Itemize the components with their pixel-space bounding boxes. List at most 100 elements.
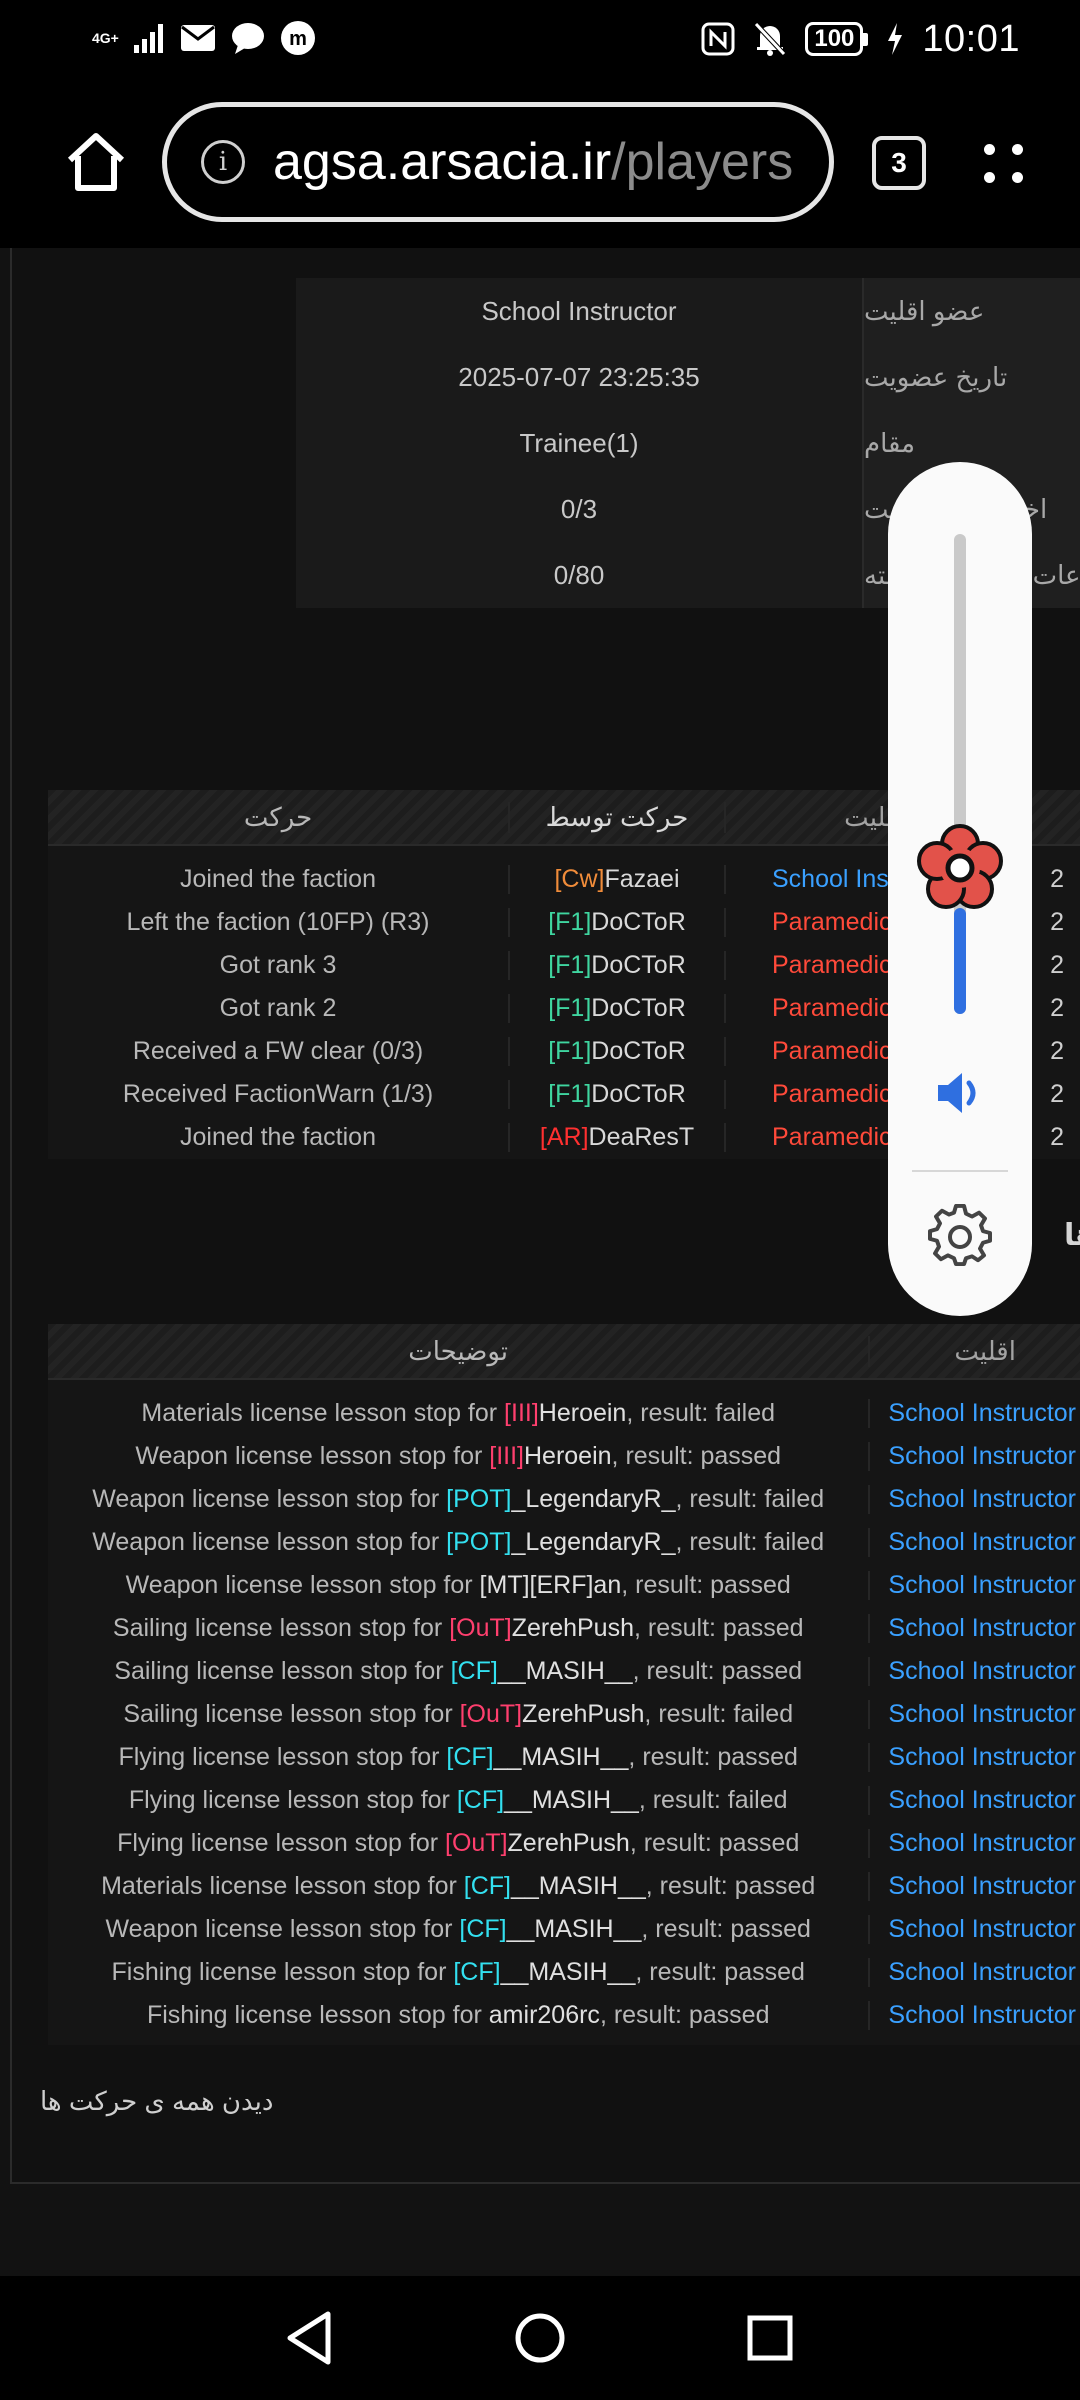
action-by: [F1]DoCToR	[508, 1080, 724, 1109]
header-description: توضیحات	[408, 1335, 509, 1366]
tab-switcher-button[interactable]: 3	[872, 136, 926, 190]
description-result: , result: passed	[628, 1743, 798, 1771]
table-row: Weapon license lesson stop for [MT][ERF]…	[48, 1564, 1080, 1607]
player-name[interactable]: __MASIH__	[501, 1958, 636, 1986]
faction-name: School Instructor	[868, 1829, 1080, 1858]
activity-description: Materials license lesson stop for [III]H…	[48, 1399, 868, 1428]
speaker-icon[interactable]	[934, 1068, 986, 1118]
clan-tag: [III]	[504, 1399, 539, 1427]
description-result: , result: failed	[644, 1700, 794, 1728]
gear-icon[interactable]	[928, 1204, 992, 1268]
recents-icon[interactable]	[740, 2308, 800, 2368]
action-text: Got rank 3	[219, 951, 337, 979]
clan-tag: [F1]	[548, 951, 592, 979]
description-prefix: Flying license lesson stop for	[117, 1829, 445, 1857]
description-prefix: Weapon license lesson stop for	[92, 1485, 447, 1513]
clan-tag: [OuT]	[459, 1700, 523, 1728]
site-info-icon[interactable]: i	[201, 140, 245, 184]
activity-description: Sailing license lesson stop for [CF]__MA…	[48, 1657, 868, 1686]
activity-description: Fishing license lesson stop for [CF]__MA…	[48, 1958, 868, 1987]
home-icon[interactable]	[64, 130, 128, 194]
action-by: [F1]DoCToR	[508, 951, 724, 980]
mail-icon	[181, 25, 215, 51]
player-name[interactable]: DoCToR	[591, 908, 685, 936]
player-name[interactable]: DeaResT	[589, 1123, 695, 1151]
description-prefix: Sailing license lesson stop for	[123, 1700, 460, 1728]
see-all-actions-link[interactable]: دیدن همه ی حرکت ها	[40, 2086, 273, 2117]
table-row: Materials license lesson stop for [CF]__…	[48, 1865, 1080, 1908]
player-name[interactable]: ZerehPush	[522, 1700, 644, 1728]
clan-tag: [F1]	[548, 908, 592, 936]
description-result: , result: passed	[634, 1614, 804, 1642]
url-path: /players	[611, 133, 794, 191]
url-text: agsa.arsacia.ir/players	[273, 132, 793, 192]
activity-description: Weapon license lesson stop for [POT]_Leg…	[48, 1485, 868, 1514]
activity-description: Materials license lesson stop for [CF]__…	[48, 1872, 868, 1901]
description-result: , result: passed	[611, 1442, 782, 1470]
description-result: , result: passed	[635, 1958, 805, 1986]
player-name[interactable]: DoCToR	[591, 1037, 685, 1065]
action-by: [Cw]Fazaei	[508, 865, 724, 894]
player-name[interactable]: DoCToR	[591, 994, 685, 1022]
description-result: , result: passed	[632, 1657, 803, 1685]
description-prefix: Flying license lesson stop for	[118, 1743, 447, 1771]
profile-label: عضو اقلیت	[862, 278, 1080, 344]
player-name[interactable]: DoCToR	[591, 951, 685, 979]
flower-thumb-icon[interactable]	[914, 822, 1006, 914]
volume-slider-fill	[954, 908, 966, 1014]
player-name[interactable]: __MASIH__	[494, 1743, 629, 1771]
volume-panel	[888, 462, 1032, 1316]
back-icon[interactable]	[280, 2308, 340, 2368]
battery-level: 100	[805, 22, 864, 56]
volume-divider	[912, 1170, 1008, 1172]
player-name[interactable]: Heroein	[524, 1442, 612, 1470]
activity-description: Sailing license lesson stop for [OuT]Zer…	[48, 1614, 868, 1643]
description-result: , result: failed	[626, 1399, 776, 1427]
muted-bell-icon	[754, 22, 787, 56]
player-name[interactable]: __MASIH__	[498, 1657, 633, 1685]
player-name[interactable]: __MASIH__	[504, 1786, 639, 1814]
battery-icon: 100	[805, 22, 869, 56]
nfc-icon	[701, 22, 735, 56]
faction-name: School Instructor	[868, 1485, 1080, 1514]
charging-icon	[888, 23, 903, 55]
faction-name: School Instructor	[868, 1657, 1080, 1686]
status-right-icons: 100 10:01	[701, 16, 1020, 62]
home-circle-icon[interactable]	[510, 2308, 570, 2368]
activity-description: Weapon license lesson stop for [III]Hero…	[48, 1442, 868, 1471]
activity-description: Fishing license lesson stop for amir206r…	[48, 2001, 868, 2030]
table-row: Flying license lesson stop for [CF]__MAS…	[48, 1736, 1080, 1779]
more-menu-icon[interactable]	[980, 140, 1026, 186]
faction-name: School Instructor	[868, 1872, 1080, 1901]
clan-tag: [III]	[489, 1442, 524, 1470]
player-name[interactable]: __MASIH__	[507, 1915, 642, 1943]
profile-value: Trainee(1)	[296, 410, 862, 476]
address-bar[interactable]: i agsa.arsacia.ir/players	[162, 102, 834, 222]
player-name[interactable]: __MASIH__	[511, 1872, 646, 1900]
faction-name: School Instructor	[868, 1399, 1080, 1428]
player-name[interactable]: DoCToR	[591, 1080, 685, 1108]
profile-row: 2025-07-07 23:25:35 تاریخ عضویت	[296, 344, 1080, 410]
faction-name: School Instructor	[868, 2001, 1080, 2030]
system-navigation-bar	[0, 2276, 1080, 2400]
table-row: Sailing license lesson stop for [CF]__MA…	[48, 1650, 1080, 1693]
player-name[interactable]: ZerehPush	[508, 1829, 630, 1857]
header-action-by: حرکت توسط	[508, 801, 724, 833]
player-name[interactable]: amir206rc	[489, 2001, 600, 2029]
action-text: Joined the faction	[180, 1123, 376, 1151]
player-name[interactable]: ZerehPush	[512, 1614, 634, 1642]
faction-name: School Instructor	[868, 1786, 1080, 1815]
player-name[interactable]: _LegendaryR_	[511, 1485, 675, 1513]
activity-description: Flying license lesson stop for [OuT]Zere…	[48, 1829, 868, 1858]
clan-tag: [POT]	[446, 1485, 512, 1513]
browser-toolbar: i agsa.arsacia.ir/players 3	[0, 80, 1080, 248]
table-row: Fishing license lesson stop for [CF]__MA…	[48, 1951, 1080, 1994]
profile-value: 2025-07-07 23:25:35	[296, 344, 862, 410]
player-name[interactable]: Heroein	[539, 1399, 627, 1427]
player-name[interactable]: _LegendaryR_	[511, 1528, 675, 1556]
player-name[interactable]: Fazaei	[604, 865, 679, 893]
action-by: [AR]DeaResT	[508, 1123, 724, 1152]
player-name[interactable]: [MT][ERF]an	[480, 1571, 622, 1599]
volume-slider[interactable]	[954, 534, 966, 1014]
description-prefix: Materials license lesson stop for	[141, 1399, 505, 1427]
